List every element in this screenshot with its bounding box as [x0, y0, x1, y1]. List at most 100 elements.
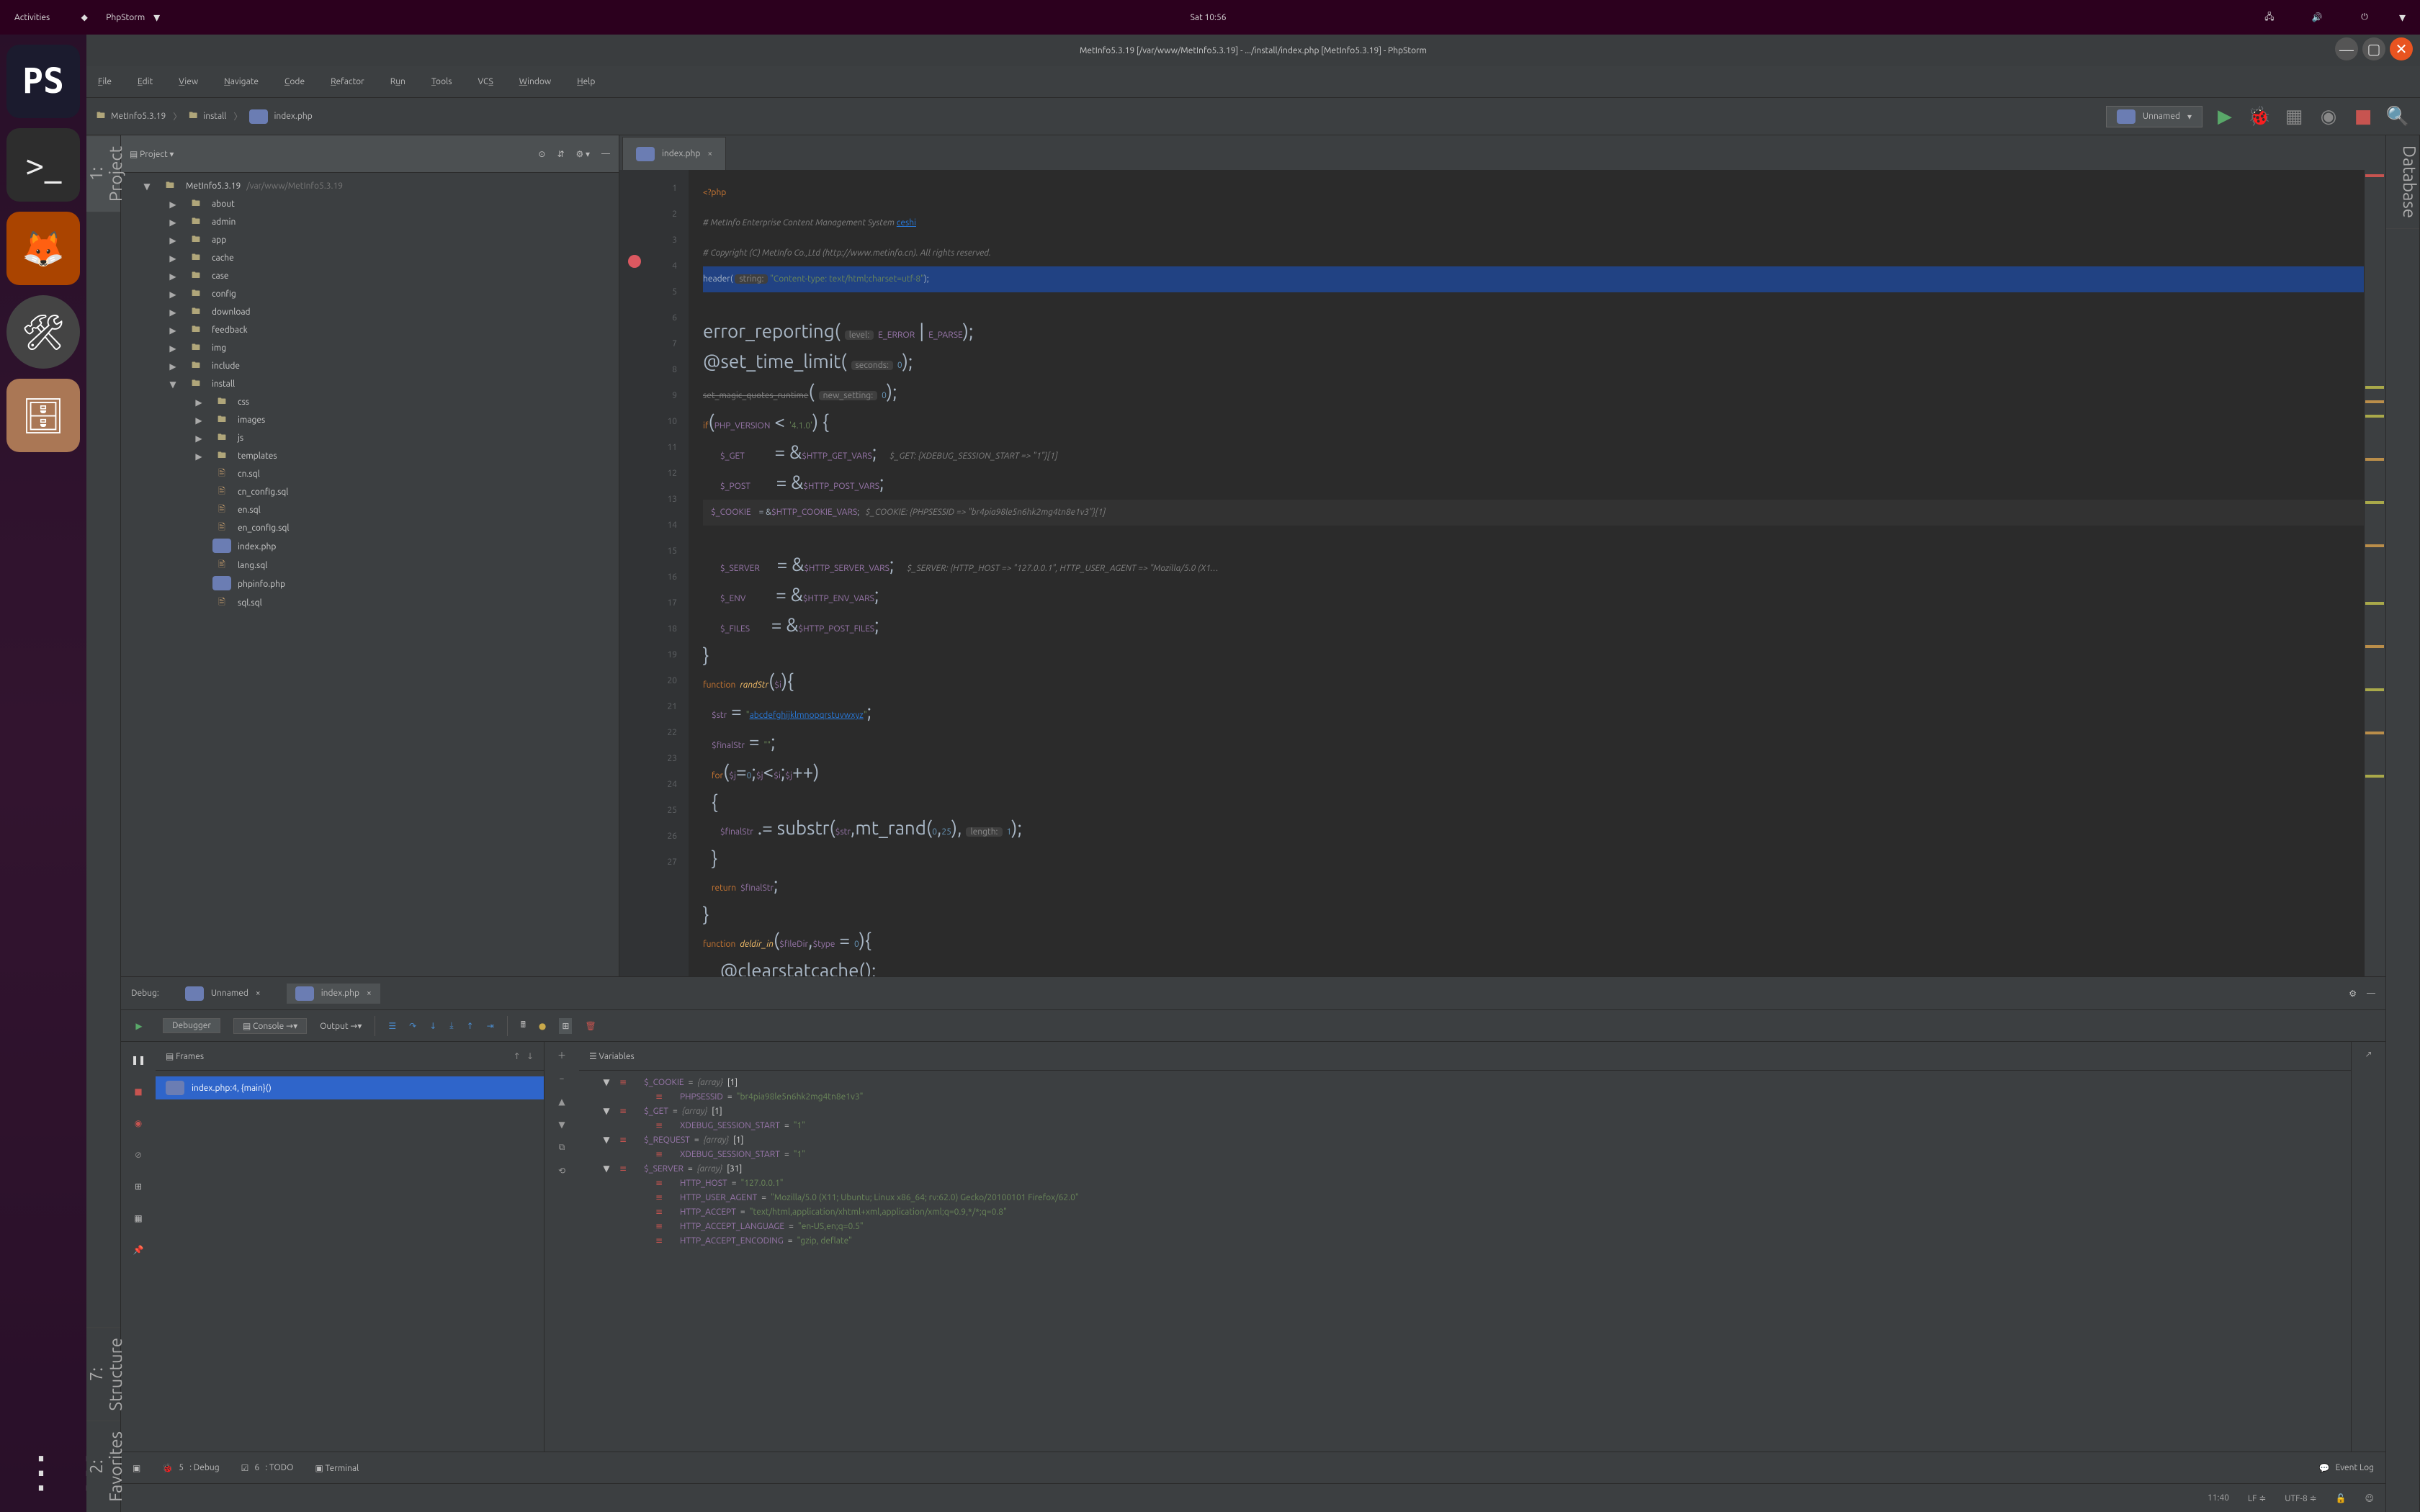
app-indicator[interactable]: ◆ PhpStorm ▾: [71, 4, 160, 30]
menu-edit[interactable]: Edit: [138, 77, 153, 86]
tree-item[interactable]: ▼install: [121, 375, 619, 393]
thread-nav[interactable]: ↑ ↓: [514, 1051, 534, 1061]
tree-item[interactable]: ▶js: [121, 429, 619, 447]
settings-icon[interactable]: ⊞: [127, 1176, 149, 1197]
tree-item[interactable]: lang.sql: [121, 557, 619, 575]
tool-window-structure[interactable]: 7: Structure: [86, 1327, 120, 1421]
output-tab[interactable]: Output →▾: [320, 1021, 362, 1031]
tree-item[interactable]: ▶case: [121, 267, 619, 285]
add-icon[interactable]: ＋: [557, 1049, 566, 1061]
expand-icon[interactable]: ↗: [2365, 1049, 2372, 1059]
menu-window[interactable]: Window: [519, 77, 551, 86]
activities-button[interactable]: Activities: [14, 13, 50, 22]
expand-icon[interactable]: ▶: [192, 397, 206, 408]
network-icon[interactable]: 🖧: [2257, 4, 2282, 30]
evaluate-icon[interactable]: 🖩: [521, 1018, 526, 1033]
tree-item[interactable]: cn_config.sql: [121, 483, 619, 501]
breadcrumb-item[interactable]: index.php: [249, 109, 312, 124]
expand-icon[interactable]: ▶: [192, 451, 206, 462]
tool-window-terminal[interactable]: ▣ Terminal: [315, 1463, 359, 1473]
tool-window-database[interactable]: Database: [2386, 135, 2419, 229]
tree-item[interactable]: en.sql: [121, 501, 619, 519]
breadcrumb-item[interactable]: MetInfo5.3.19: [97, 109, 166, 124]
tree-item[interactable]: ▶download: [121, 303, 619, 321]
coverage-button[interactable]: ▦: [2282, 104, 2306, 129]
expand-icon[interactable]: ▶: [192, 415, 206, 426]
expand-icon[interactable]: ▶: [166, 235, 180, 246]
gear-icon[interactable]: ⚙: [2349, 989, 2357, 999]
close-icon[interactable]: ×: [367, 989, 372, 998]
error-stripe[interactable]: [2364, 170, 2385, 976]
launcher-firefox[interactable]: 🦊: [6, 212, 80, 285]
event-log-button[interactable]: 💬 Event Log: [2319, 1463, 2374, 1473]
run-button[interactable]: ▶: [2213, 104, 2237, 129]
expand-icon[interactable]: ▶: [166, 361, 180, 372]
run-to-cursor-icon[interactable]: ⇥: [487, 1021, 494, 1031]
editor-tab[interactable]: index.php ×: [622, 137, 726, 170]
close-icon[interactable]: ×: [707, 149, 712, 158]
variable-row[interactable]: ≡HTTP_USER_AGENT = "Mozilla/5.0 (X11; Ub…: [579, 1190, 2351, 1205]
tool-window-debug[interactable]: 🐞 5: Debug: [162, 1463, 219, 1473]
expand-icon[interactable]: ▶: [192, 433, 206, 444]
mute-breakpoints-icon[interactable]: ⊘: [127, 1144, 149, 1166]
variable-row[interactable]: ≡XDEBUG_SESSION_START = "1": [579, 1118, 2351, 1133]
mark-icon[interactable]: ●: [539, 1021, 546, 1031]
close-button[interactable]: ✕: [2390, 37, 2413, 60]
menu-file[interactable]: File: [98, 77, 112, 86]
menu-tools[interactable]: Tools: [431, 77, 452, 86]
debugger-tab[interactable]: Debugger: [163, 1018, 220, 1033]
close-icon[interactable]: ×: [256, 989, 261, 998]
expand-icon[interactable]: ▶: [166, 199, 180, 210]
caret-position[interactable]: 11:40: [2208, 1493, 2229, 1503]
expand-icon[interactable]: ▼: [598, 1135, 615, 1145]
step-into-icon[interactable]: ↓: [429, 1021, 436, 1031]
tool-window-button[interactable]: ▣: [133, 1463, 140, 1473]
down-icon[interactable]: ▼: [558, 1120, 565, 1130]
tree-item[interactable]: ▶include: [121, 357, 619, 375]
pin-icon[interactable]: 📌: [127, 1239, 149, 1261]
variable-row[interactable]: ≡HTTP_HOST = "127.0.0.1": [579, 1176, 2351, 1190]
power-icon[interactable]: ⏻: [2352, 4, 2378, 30]
expand-icon[interactable]: ▼: [598, 1077, 615, 1087]
menu-view[interactable]: View: [179, 77, 198, 86]
expand-icon[interactable]: ▶: [166, 253, 180, 264]
tree-item[interactable]: ▶css: [121, 393, 619, 411]
expand-icon[interactable]: ▶: [166, 271, 180, 282]
tree-item[interactable]: index.php: [121, 537, 619, 557]
launcher-terminal[interactable]: >_: [6, 128, 80, 202]
chevron-down-icon[interactable]: ▾: [2399, 10, 2406, 25]
expand-icon[interactable]: ▶: [166, 307, 180, 318]
menu-navigate[interactable]: Navigate: [224, 77, 259, 86]
variable-row[interactable]: ▼≡$_SERVER = {array} [31]: [579, 1161, 2351, 1176]
breadcrumb-item[interactable]: install: [189, 109, 226, 124]
variable-row[interactable]: ≡HTTP_ACCEPT_ENCODING = "gzip, deflate": [579, 1233, 2351, 1248]
line-separator[interactable]: LF ≑: [2248, 1493, 2266, 1503]
launcher-files[interactable]: 🗄: [6, 379, 80, 452]
minimize-button[interactable]: —: [2335, 37, 2358, 60]
pin-icon[interactable]: ⊞: [559, 1018, 572, 1034]
tree-item[interactable]: en_config.sql: [121, 519, 619, 537]
inspections-icon[interactable]: ☺: [2365, 1493, 2374, 1503]
debug-button[interactable]: 🐞: [2247, 104, 2272, 129]
tree-item[interactable]: ▶admin: [121, 213, 619, 231]
hide-icon[interactable]: —: [601, 149, 610, 159]
remove-icon[interactable]: −: [560, 1074, 565, 1084]
expand-icon[interactable]: ▶: [166, 325, 180, 336]
project-view-combo[interactable]: ▤ Project ▾: [130, 149, 174, 159]
run-config-combo[interactable]: Unnamed ▾: [2106, 106, 2202, 127]
gnome-clock[interactable]: Sat 10:56: [189, 13, 2228, 22]
expand-icon[interactable]: ▼: [598, 1106, 615, 1116]
menu-help[interactable]: Help: [577, 77, 595, 86]
trash-icon[interactable]: 🗑: [585, 1021, 596, 1031]
variable-row[interactable]: ≡XDEBUG_SESSION_START = "1": [579, 1147, 2351, 1161]
tree-item[interactable]: ▶templates: [121, 447, 619, 465]
variable-row[interactable]: ▼≡$_GET = {array} [1]: [579, 1104, 2351, 1118]
expand-icon[interactable]: ▶: [166, 217, 180, 228]
tool-window-todo[interactable]: ☑ 6: TODO: [241, 1463, 294, 1473]
tool-window-favorites[interactable]: 2: Favorites: [86, 1421, 120, 1512]
collapse-icon[interactable]: ⇵: [557, 149, 564, 159]
menu-refactor[interactable]: Refactor: [331, 77, 364, 86]
layout-icon[interactable]: ▦: [127, 1207, 149, 1229]
expand-icon[interactable]: ▶: [166, 343, 180, 354]
project-tree[interactable]: ▼MetInfo5.3.19 /var/www/MetInfo5.3.19▶ab…: [121, 173, 619, 976]
